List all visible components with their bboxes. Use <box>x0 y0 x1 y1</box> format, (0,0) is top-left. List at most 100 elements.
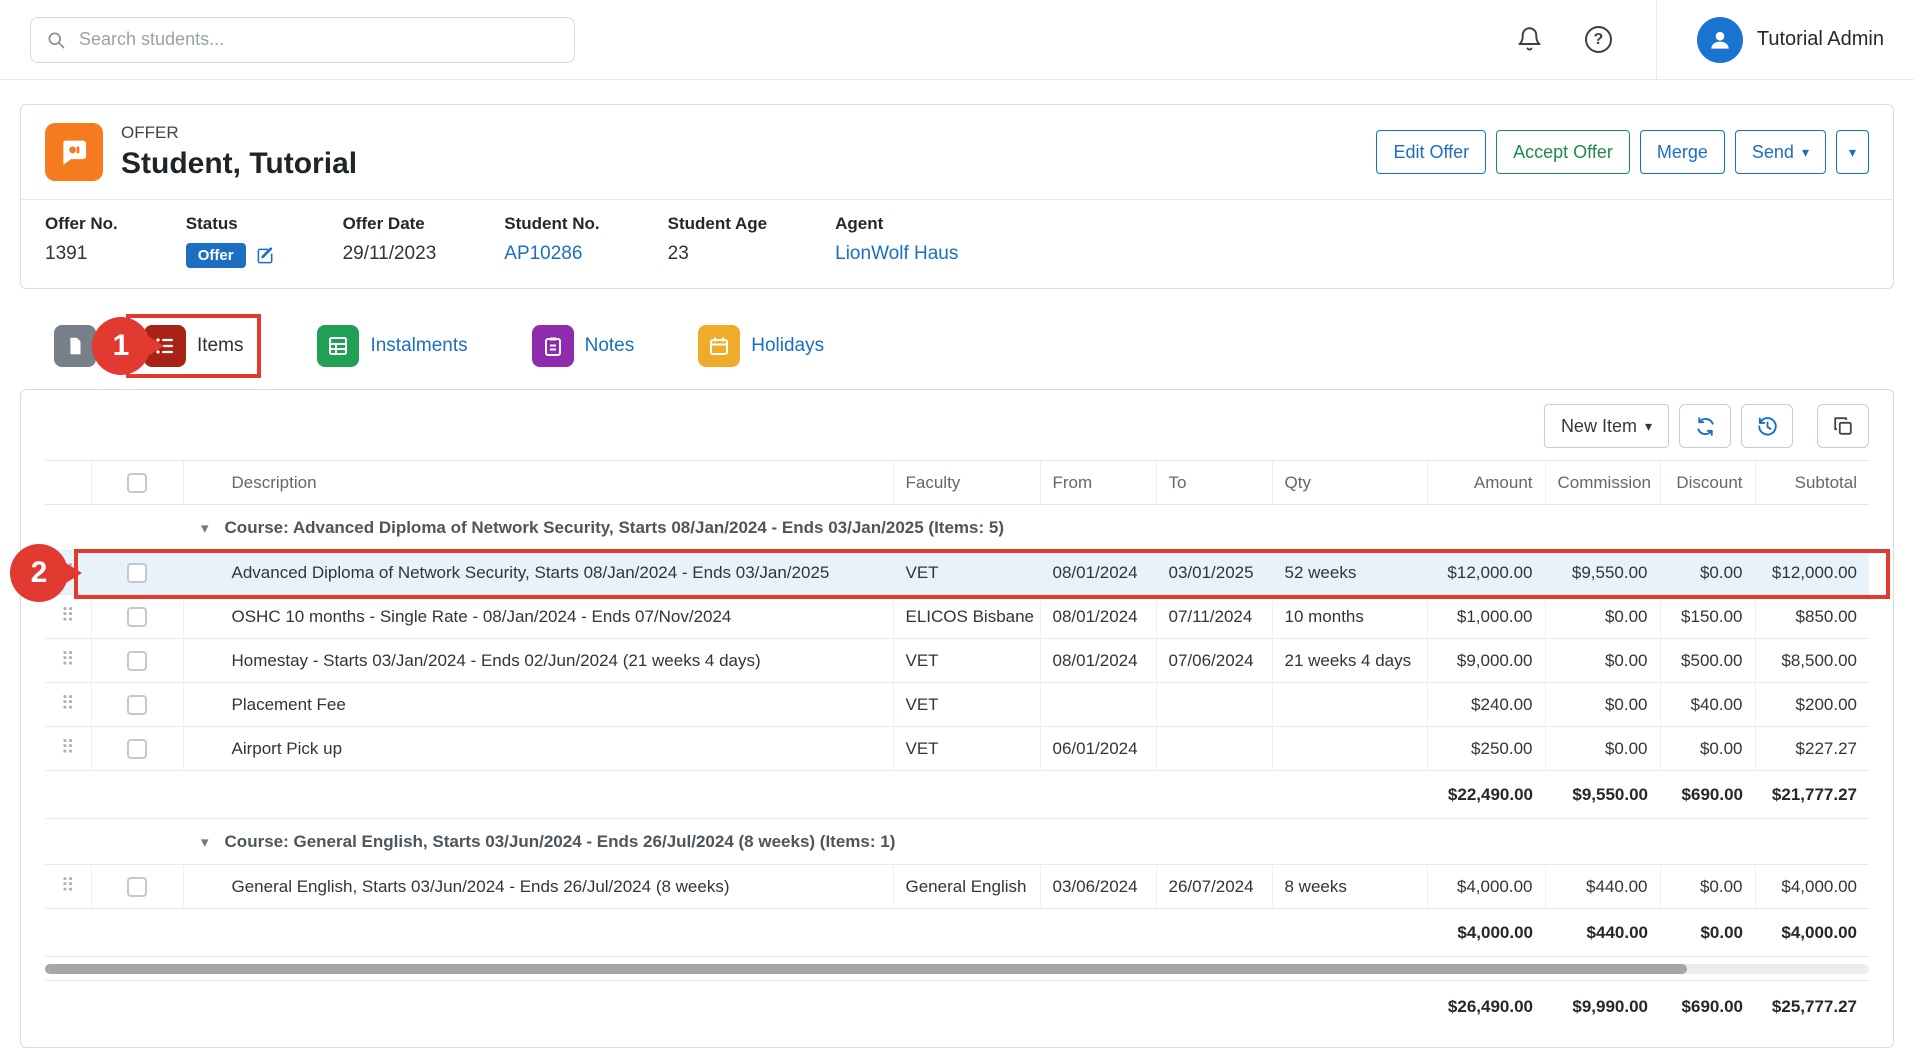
cell-subtotal: $4,000.00 <box>1755 865 1869 909</box>
cell-to: 07/11/2024 <box>1156 595 1272 639</box>
items-table: Description Faculty From To Qty Amount C… <box>45 460 1869 1033</box>
row-checkbox[interactable] <box>127 739 147 759</box>
item-row[interactable]: ⠿ OSHC 10 months - Single Rate - 08/Jan/2… <box>45 595 1869 639</box>
subtotal-discount: $0.00 <box>1660 909 1755 957</box>
tab-instalments-label: Instalments <box>370 335 467 357</box>
cell-subtotal: $8,500.00 <box>1755 639 1869 683</box>
meta-student-no: Student No. AP10286 <box>504 214 599 268</box>
chevron-down-icon: ▾ <box>1849 145 1856 159</box>
cell-amount: $250.00 <box>1427 727 1545 771</box>
edit-offer-button[interactable]: Edit Offer <box>1376 130 1486 174</box>
row-checkbox[interactable] <box>127 695 147 715</box>
total-discount: $690.00 <box>1660 981 1755 1033</box>
notifications-button[interactable] <box>1516 26 1543 53</box>
cell-to <box>1156 683 1272 727</box>
drag-handle-icon[interactable]: ⠿ <box>45 727 91 771</box>
status-badge: Offer <box>186 243 246 268</box>
meta-status: Status Offer <box>186 214 275 268</box>
new-item-button[interactable]: New Item▾ <box>1544 404 1669 448</box>
subtotal-commission: $440.00 <box>1545 909 1660 957</box>
cell-amount: $1,000.00 <box>1427 595 1545 639</box>
step-2-annotation: 2 <box>10 544 68 602</box>
drag-handle-icon[interactable]: ⠿ <box>45 639 91 683</box>
cell-faculty: General English <box>893 865 1040 909</box>
new-item-label: New Item <box>1561 416 1637 437</box>
tab-notes[interactable]: Notes <box>532 325 635 367</box>
offer-icon <box>45 123 103 181</box>
avatar <box>1697 17 1743 63</box>
header-titles: OFFER Student, Tutorial <box>121 123 357 181</box>
cell-discount: $0.00 <box>1660 865 1755 909</box>
tab-instalments[interactable]: Instalments <box>317 325 467 367</box>
agent-link[interactable]: LionWolf Haus <box>835 243 958 265</box>
document-icon <box>64 335 86 357</box>
meta-offer-no: Offer No. 1391 <box>45 214 118 268</box>
item-row[interactable]: ⠿Placement FeeVET$240.00$0.00$40.00$200.… <box>45 683 1869 727</box>
offer-header-top: OFFER Student, Tutorial Edit Offer Accep… <box>21 105 1893 199</box>
select-all-checkbox[interactable] <box>127 473 147 493</box>
page-title: Student, Tutorial <box>121 147 357 181</box>
accept-offer-button[interactable]: Accept Offer <box>1496 130 1630 174</box>
edit-status-icon[interactable] <box>256 246 275 265</box>
row-checkbox[interactable] <box>127 651 147 671</box>
meta-label: Student No. <box>504 214 599 234</box>
horizontal-scrollbar[interactable] <box>45 964 1869 974</box>
cell-commission: $0.00 <box>1545 639 1660 683</box>
send-button[interactable]: Send▾ <box>1735 130 1826 174</box>
meta-value: 1391 <box>45 243 118 265</box>
header-faculty: Faculty <box>893 461 1040 505</box>
cell-from: 06/01/2024 <box>1040 727 1156 771</box>
student-no-link[interactable]: AP10286 <box>504 243 599 265</box>
user-menu[interactable]: Tutorial Admin <box>1697 17 1884 63</box>
cell-description: OSHC 10 months - Single Rate - 08/Jan/20… <box>183 595 893 639</box>
item-row[interactable]: ⠿Airport Pick upVET06/01/2024$250.00$0.0… <box>45 727 1869 771</box>
history-icon <box>1756 415 1779 438</box>
meta-label: Status <box>186 214 275 234</box>
item-row[interactable]: ⠿Advanced Diploma of Network Security, S… <box>45 551 1869 595</box>
meta-agent: Agent LionWolf Haus <box>835 214 958 268</box>
subtotal-subtotal: $21,777.27 <box>1755 771 1869 819</box>
header-actions: Edit Offer Accept Offer Merge Send▾ ▾ <box>1376 130 1869 174</box>
tab-offer-partial[interactable] <box>54 325 96 367</box>
merge-button[interactable]: Merge <box>1640 130 1725 174</box>
meta-value: 23 <box>668 243 767 265</box>
cell-faculty: VET <box>893 683 1040 727</box>
course-group-row: ▾Course: General English, Starts 03/Jun/… <box>45 819 1869 865</box>
row-checkbox[interactable] <box>127 877 147 897</box>
row-checkbox[interactable] <box>127 607 147 627</box>
drag-handle-icon[interactable]: ⠿ <box>45 683 91 727</box>
row-checkbox[interactable] <box>127 563 147 583</box>
subtotal-commission: $9,550.00 <box>1545 771 1660 819</box>
cell-commission: $0.00 <box>1545 727 1660 771</box>
header-to: To <box>1156 461 1272 505</box>
drag-handle-icon[interactable]: ⠿ <box>45 595 91 639</box>
help-button[interactable]: ? <box>1585 26 1612 53</box>
meta-label: Offer No. <box>45 214 118 234</box>
tab-holidays[interactable]: Holidays <box>698 325 824 367</box>
search-input[interactable] <box>30 17 575 63</box>
drag-handle-icon[interactable]: ⠿ <box>45 865 91 909</box>
topbar-right: ? Tutorial Admin <box>1516 0 1884 79</box>
notes-icon <box>532 325 574 367</box>
chevron-down-icon: ▾ <box>1802 145 1809 159</box>
copy-button[interactable] <box>1817 404 1869 448</box>
bell-icon <box>1516 26 1543 53</box>
copy-icon <box>1832 415 1854 437</box>
item-row[interactable]: ⠿General English, Starts 03/Jun/2024 - E… <box>45 865 1869 909</box>
search-icon <box>46 30 66 50</box>
refresh-button[interactable] <box>1679 404 1731 448</box>
cell-subtotal: $227.27 <box>1755 727 1869 771</box>
header-subtotal: Subtotal <box>1755 461 1869 505</box>
group-collapse-caret[interactable]: ▾ <box>201 833 209 851</box>
more-actions-button[interactable]: ▾ <box>1836 130 1869 174</box>
cell-amount: $9,000.00 <box>1427 639 1545 683</box>
item-row[interactable]: ⠿Homestay - Starts 03/Jan/2024 - Ends 02… <box>45 639 1869 683</box>
group-collapse-caret[interactable]: ▾ <box>201 519 209 537</box>
cell-qty <box>1272 683 1427 727</box>
scrollbar-thumb[interactable] <box>45 964 1687 974</box>
items-toolbar: New Item▾ <box>21 390 1893 460</box>
cell-qty: 52 weeks <box>1272 551 1427 595</box>
meta-label: Student Age <box>668 214 767 234</box>
history-button[interactable] <box>1741 404 1793 448</box>
cell-from: 03/06/2024 <box>1040 865 1156 909</box>
